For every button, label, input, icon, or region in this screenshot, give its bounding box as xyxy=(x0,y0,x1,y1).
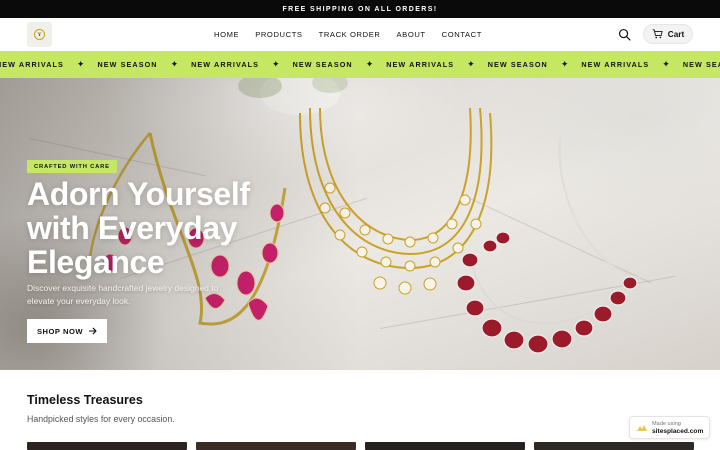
nav-track-order[interactable]: TRACK ORDER xyxy=(319,30,381,39)
hero-banner: CRAFTED WITH CARE Adorn Yourself with Ev… xyxy=(0,78,720,370)
marquee-item: NEW ARRIVALS xyxy=(191,60,260,69)
marquee-item: NEW SEASON xyxy=(292,60,353,69)
star-separator-icon: ✦ xyxy=(170,59,179,69)
made-using-badge[interactable]: Made using sitesplaced.com xyxy=(629,416,710,439)
section-title: Timeless Treasures xyxy=(27,393,143,407)
cart-icon xyxy=(652,29,663,39)
marquee-item: NEW ARRIVALS xyxy=(386,60,455,69)
logo-mark-icon: Y xyxy=(34,29,45,40)
hero-badge: CRAFTED WITH CARE xyxy=(27,160,117,173)
nav-products[interactable]: PRODUCTS xyxy=(255,30,302,39)
star-separator-icon: ✦ xyxy=(467,59,475,69)
product-card[interactable] xyxy=(196,442,356,450)
site-header: Y HOME PRODUCTS TRACK ORDER ABOUT CONTAC… xyxy=(0,18,720,51)
product-cards xyxy=(27,442,694,450)
logo[interactable]: Y xyxy=(27,22,52,47)
star-separator-icon: ✦ xyxy=(560,59,569,69)
marquee-banner: NEW ARRIVALS ✦ NEW SEASON ✦ NEW ARRIVALS ✦ NEW… xyxy=(0,51,720,78)
star-separator-icon: ✦ xyxy=(272,59,280,69)
search-icon[interactable] xyxy=(618,28,631,41)
nav-about[interactable]: ABOUT xyxy=(396,30,425,39)
announcement-bar: FREE SHIPPING ON ALL ORDERS! xyxy=(0,0,720,18)
marquee-item: NEW ARRIVALS xyxy=(0,60,64,69)
cart-button[interactable]: Cart xyxy=(643,24,693,44)
section-subtitle: Handpicked styles for every occasion. xyxy=(27,414,175,424)
nav-home[interactable]: HOME xyxy=(214,30,239,39)
product-card[interactable] xyxy=(27,442,187,450)
marquee-item: NEW ARRIVALS xyxy=(581,60,650,69)
shop-now-button[interactable]: SHOP NOW xyxy=(27,319,107,343)
marquee-track: NEW ARRIVALS ✦ NEW SEASON ✦ NEW ARRIVALS ✦ NEW… xyxy=(0,51,720,78)
star-separator-icon: ✦ xyxy=(76,59,85,69)
announcement-text: FREE SHIPPING ON ALL ORDERS! xyxy=(282,5,438,13)
shop-now-label: SHOP NOW xyxy=(36,326,84,336)
marquee-item: NEW SEASON xyxy=(682,60,720,69)
made-using-line1: Made using xyxy=(652,420,681,427)
star-separator-icon: ✦ xyxy=(662,59,670,69)
nav-contact[interactable]: CONTACT xyxy=(442,30,482,39)
main-nav: HOME PRODUCTS TRACK ORDER ABOUT CONTACT xyxy=(214,18,498,51)
product-card[interactable] xyxy=(365,442,525,450)
made-using-line2: sitesplaced.com xyxy=(652,427,704,435)
cart-label: Cart xyxy=(667,29,685,39)
sitesplaced-logo-icon xyxy=(637,424,647,431)
arrow-right-icon xyxy=(89,327,97,335)
marquee-item: NEW SEASON xyxy=(487,60,548,69)
hero-subtext: Discover exquisite handcrafted jewelry d… xyxy=(27,283,219,306)
product-card[interactable] xyxy=(534,442,694,450)
star-separator-icon: ✦ xyxy=(365,59,374,69)
hero-headline: Adorn Yourself with Everyday Elegance xyxy=(27,176,250,280)
marquee-item: NEW SEASON xyxy=(97,60,158,69)
